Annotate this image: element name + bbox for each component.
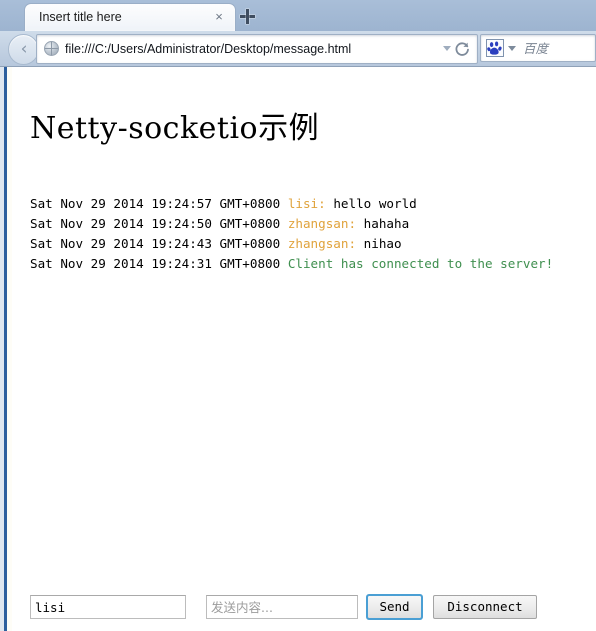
disconnect-button[interactable]: Disconnect xyxy=(433,595,537,619)
search-bar[interactable]: 百度 xyxy=(480,34,596,62)
log-body: nihao xyxy=(363,236,402,251)
navigation-toolbar: ‹ file:///C:/Users/Administrator/Desktop… xyxy=(0,31,596,67)
send-button[interactable]: Send xyxy=(366,594,423,620)
search-engine-label: 百度 xyxy=(523,42,549,56)
chevron-down-icon[interactable] xyxy=(443,46,451,51)
browser-chrome: Insert title here × ‹ file:///C:/Users/A… xyxy=(0,0,596,67)
page-viewport: Netty-socketio示例 Sat Nov 29 2014 19:24:5… xyxy=(0,67,596,631)
log-username: zhangsan: xyxy=(287,216,357,231)
globe-icon xyxy=(44,41,59,56)
chevron-down-icon[interactable] xyxy=(508,46,516,51)
browser-tab[interactable]: Insert title here × xyxy=(24,3,236,32)
address-bar-url: file:///C:/Users/Administrator/Desktop/m… xyxy=(65,42,352,56)
log-username: zhangsan: xyxy=(287,236,357,251)
log-timestamp: Sat Nov 29 2014 19:24:43 GMT+0800 xyxy=(30,236,281,251)
back-arrow-icon: ‹ xyxy=(20,39,28,59)
back-button[interactable]: ‹ xyxy=(8,34,39,65)
page-content: Netty-socketio示例 Sat Nov 29 2014 19:24:5… xyxy=(12,67,596,631)
reload-icon[interactable] xyxy=(453,40,471,58)
log-body: hahaha xyxy=(363,216,410,231)
log-line: Sat Nov 29 2014 19:24:43 GMT+0800 zhangs… xyxy=(30,234,590,254)
message-input[interactable] xyxy=(206,595,358,619)
address-bar[interactable]: file:///C:/Users/Administrator/Desktop/m… xyxy=(36,34,478,64)
log-system-message: Client has connected to the server! xyxy=(287,256,554,271)
new-tab-icon[interactable] xyxy=(237,6,257,26)
log-username: lisi: xyxy=(287,196,326,211)
tab-strip: Insert title here × xyxy=(0,0,596,32)
log-timestamp: Sat Nov 29 2014 19:24:31 GMT+0800 xyxy=(30,256,281,271)
nickname-input[interactable] xyxy=(30,595,186,619)
log-line: Sat Nov 29 2014 19:24:57 GMT+0800 lisi: … xyxy=(30,194,590,214)
tab-title: Insert title here xyxy=(39,10,122,24)
message-log: Sat Nov 29 2014 19:24:57 GMT+0800 lisi: … xyxy=(30,194,590,274)
log-timestamp: Sat Nov 29 2014 19:24:50 GMT+0800 xyxy=(30,216,281,231)
browser-window: Insert title here × ‹ file:///C:/Users/A… xyxy=(0,0,596,631)
log-line: Sat Nov 29 2014 19:24:31 GMT+0800 Client… xyxy=(30,254,590,274)
log-timestamp: Sat Nov 29 2014 19:24:57 GMT+0800 xyxy=(30,196,281,211)
close-icon[interactable]: × xyxy=(212,9,226,24)
page-title: Netty-socketio示例 xyxy=(30,111,320,146)
chat-controls: Send Disconnect xyxy=(30,594,590,621)
log-body: hello world xyxy=(333,196,417,211)
baidu-paw-icon[interactable] xyxy=(486,39,504,57)
log-line: Sat Nov 29 2014 19:24:50 GMT+0800 zhangs… xyxy=(30,214,590,234)
